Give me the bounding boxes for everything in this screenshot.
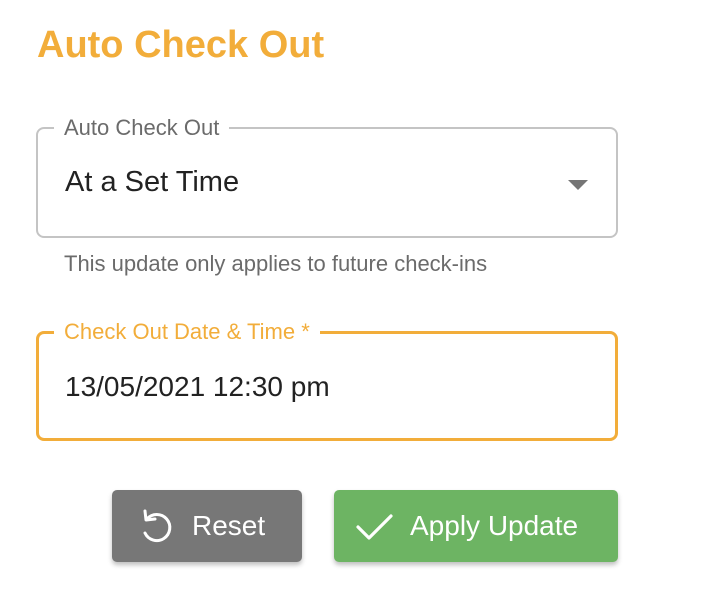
apply-update-button[interactable]: Apply Update [334,490,618,562]
auto-check-out-selected-value[interactable]: At a Set Time [65,164,239,200]
auto-check-out-helper-text: This update only applies to future check… [64,251,488,276]
undo-icon [136,506,176,546]
auto-check-out-select[interactable]: Auto Check Out At a Set Time [36,114,618,238]
check-icon [354,506,394,546]
reset-button[interactable]: Reset [112,490,302,562]
apply-update-button-label: Apply Update [410,510,579,541]
dropdown-arrow-icon[interactable] [568,180,588,190]
auto-check-out-panel: Auto Check Out Auto Check Out At a Set T… [0,0,728,606]
check-out-datetime-input[interactable] [65,369,565,405]
check-out-datetime-field[interactable]: Check Out Date & Time * [36,318,618,441]
check-out-datetime-label: Check Out Date & Time * [54,318,320,346]
page-title: Auto Check Out [37,24,325,66]
reset-button-label: Reset [192,510,266,541]
auto-check-out-label: Auto Check Out [54,114,230,142]
